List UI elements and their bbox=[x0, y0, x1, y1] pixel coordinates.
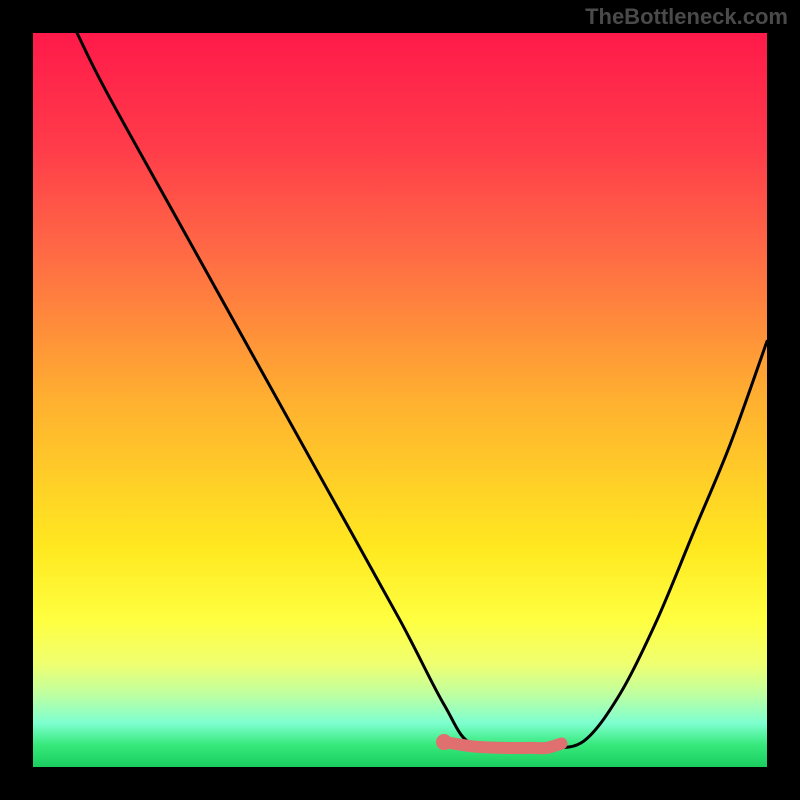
highlight-segment bbox=[444, 742, 561, 748]
highlight-dot bbox=[436, 734, 452, 750]
bottleneck-curve bbox=[77, 33, 767, 749]
curve-svg bbox=[33, 33, 767, 767]
chart-container: TheBottleneck.com bbox=[0, 0, 800, 800]
plot-area bbox=[33, 33, 767, 767]
watermark-text: TheBottleneck.com bbox=[585, 4, 788, 30]
